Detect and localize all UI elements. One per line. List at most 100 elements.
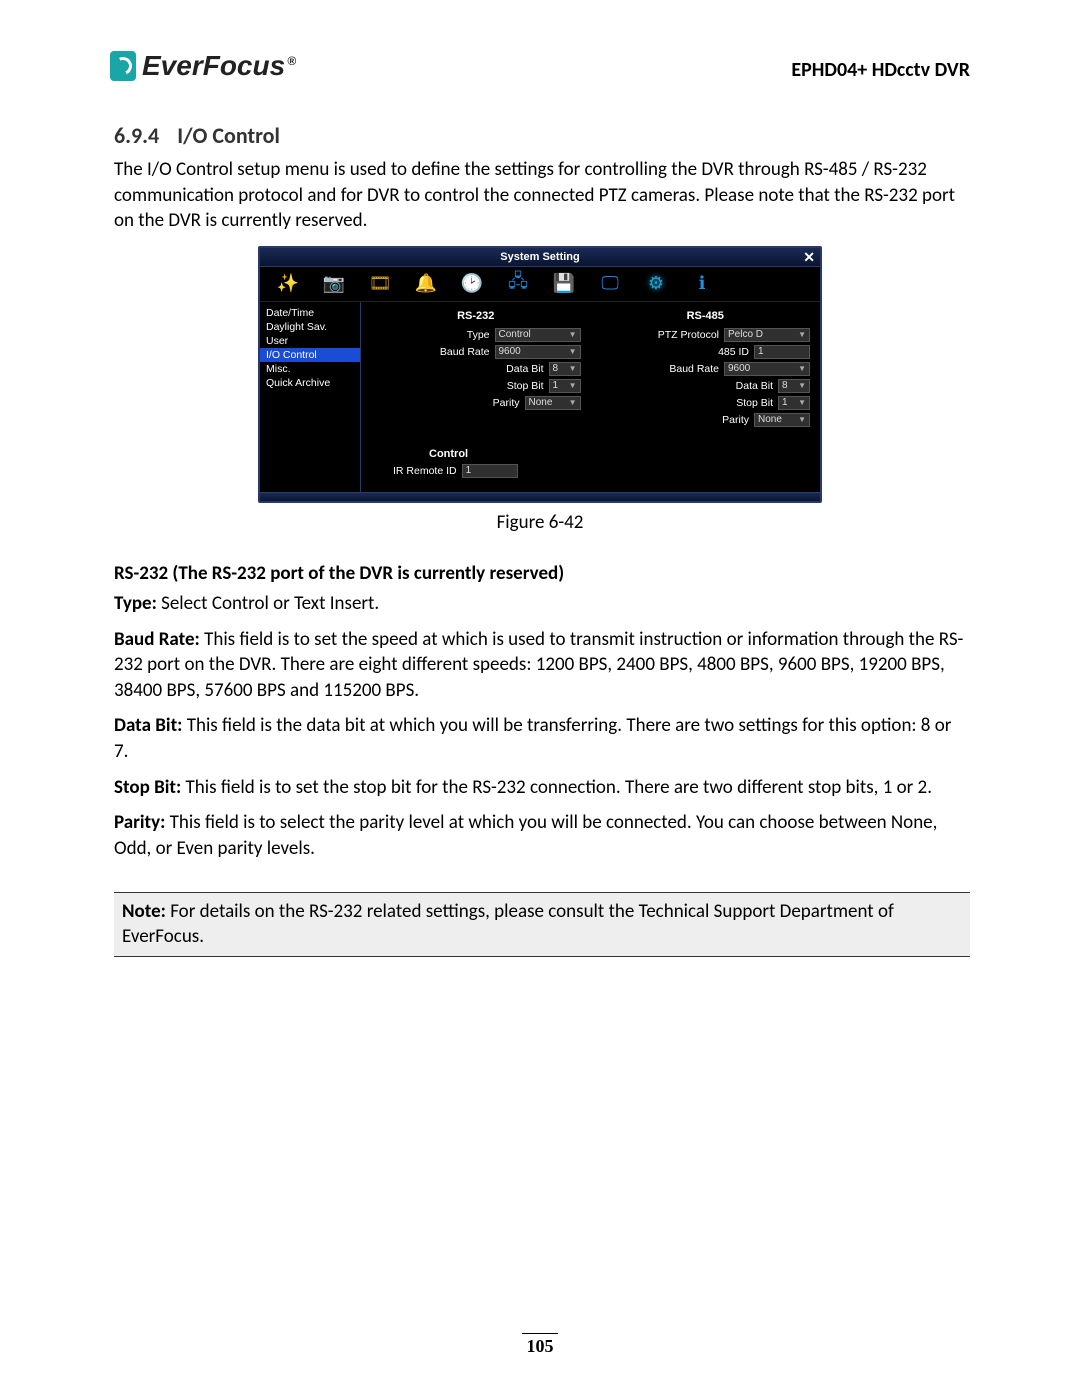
- document-page: EverFocus® EPHD04+ HDcctv DVR 6.9.4 I/O C…: [0, 0, 1080, 1397]
- network-icon[interactable]: 🖧: [504, 273, 532, 295]
- rs232-parity-row: Parity None▼: [371, 396, 581, 410]
- rs485-parity-select[interactable]: None▼: [754, 413, 810, 427]
- chevron-down-icon: ▼: [798, 364, 806, 373]
- parity-label: Parity:: [114, 811, 165, 834]
- rs485-proto-select[interactable]: Pelco D▼: [724, 328, 810, 342]
- rs485-id-row: 485 ID 1: [601, 345, 811, 359]
- figure-caption: Figure 6-42: [110, 511, 970, 534]
- ir-remote-label: IR Remote ID: [393, 465, 457, 477]
- sidebar-item-iocontrol[interactable]: I/O Control: [260, 348, 360, 362]
- section-intro: The I/O Control setup menu is used to de…: [114, 157, 970, 234]
- rs232-header: RS-232: [371, 310, 581, 322]
- sidebar-item-daylight[interactable]: Daylight Sav.: [260, 320, 360, 334]
- chevron-down-icon: ▼: [569, 398, 577, 407]
- rs232-type-row: Type Control▼: [371, 328, 581, 342]
- rs232-baud-row: Baud Rate 9600▼: [371, 345, 581, 359]
- brand-suffix: Focus: [203, 50, 285, 81]
- baud-label: Baud Rate:: [114, 628, 200, 651]
- sidebar-item-user[interactable]: User: [260, 334, 360, 348]
- rs485-proto-label: PTZ Protocol: [658, 329, 719, 341]
- dvr-titlebar: System Setting ✕: [260, 248, 820, 267]
- brand-logo-icon: [110, 51, 136, 81]
- rs485-stopbit-label: Stop Bit: [736, 397, 773, 409]
- wizard-icon[interactable]: ✨: [274, 273, 302, 295]
- parity-paragraph: Parity: This field is to select the pari…: [114, 810, 970, 861]
- page-header: EverFocus® EPHD04+ HDcctv DVR: [110, 50, 970, 82]
- rs232-parity-select[interactable]: None▼: [525, 396, 581, 410]
- dvr-body: Date/Time Daylight Sav. User I/O Control…: [260, 302, 820, 492]
- note-text: For details on the RS-232 related settin…: [122, 900, 894, 949]
- stopbit-paragraph: Stop Bit: This field is to set the stop …: [114, 775, 970, 801]
- rs485-proto-row: PTZ Protocol Pelco D▼: [601, 328, 811, 342]
- schedule-icon[interactable]: 🕑: [458, 273, 486, 295]
- rs232-type-label: Type: [467, 329, 490, 341]
- rs232-stopbit-select[interactable]: 1▼: [549, 379, 581, 393]
- chevron-down-icon: ▼: [569, 381, 577, 390]
- rs232-databit-label: Data Bit: [506, 363, 543, 375]
- form-columns: RS-232 Type Control▼ Baud Rate 9600▼ Dat…: [371, 310, 810, 430]
- dvr-system-setting-window: System Setting ✕ ✨ 📷 🎞 🔔 🕑 🖧 💾 🖵 ⚙ ℹ Dat…: [258, 246, 822, 503]
- dvr-toolbar: ✨ 📷 🎞 🔔 🕑 🖧 💾 🖵 ⚙ ℹ: [260, 267, 820, 302]
- close-icon[interactable]: ✕: [803, 249, 815, 266]
- dvr-content: RS-232 Type Control▼ Baud Rate 9600▼ Dat…: [361, 302, 820, 492]
- rs232-stopbit-label: Stop Bit: [507, 380, 544, 392]
- chevron-down-icon: ▼: [569, 330, 577, 339]
- rs485-parity-label: Parity: [722, 414, 749, 426]
- type-label: Type:: [114, 592, 157, 615]
- stopbit-text: This field is to set the stop bit for th…: [181, 776, 932, 799]
- note-label: Note:: [122, 900, 166, 923]
- record-icon[interactable]: 🎞: [366, 273, 394, 295]
- rs232-subheading: RS-232 (The RS-232 port of the DVR is cu…: [114, 562, 970, 585]
- alarm-icon[interactable]: 🔔: [412, 273, 440, 295]
- rs232-databit-select[interactable]: 8▼: [549, 362, 581, 376]
- dvr-footer: [260, 492, 820, 501]
- rs485-id-label: 485 ID: [718, 346, 749, 358]
- camera-icon[interactable]: 📷: [320, 273, 348, 295]
- sidebar-item-datetime[interactable]: Date/Time: [260, 306, 360, 320]
- rs485-stopbit-select[interactable]: 1▼: [778, 396, 810, 410]
- dvr-sidebar: Date/Time Daylight Sav. User I/O Control…: [260, 302, 361, 492]
- type-paragraph: Type: Select Control or Text Insert.: [114, 591, 970, 617]
- brand-logo: EverFocus®: [110, 50, 296, 82]
- note-box: Note: For details on the RS-232 related …: [114, 892, 970, 957]
- document-title: EPHD04+ HDcctv DVR: [791, 58, 970, 82]
- storage-icon[interactable]: 💾: [550, 273, 578, 295]
- sidebar-item-quickarchive[interactable]: Quick Archive: [260, 376, 360, 390]
- rs232-column: RS-232 Type Control▼ Baud Rate 9600▼ Dat…: [371, 310, 581, 430]
- system-icon[interactable]: ⚙: [642, 273, 670, 295]
- rs232-parity-label: Parity: [493, 397, 520, 409]
- brand-prefix: Ever: [142, 50, 203, 81]
- rs232-baud-select[interactable]: 9600▼: [495, 345, 581, 359]
- stopbit-label: Stop Bit:: [114, 776, 181, 799]
- databit-text: This field is the data bit at which you …: [114, 714, 951, 763]
- rs485-databit-row: Data Bit 8▼: [601, 379, 811, 393]
- section-title: I/O Control: [177, 122, 280, 149]
- chevron-down-icon: ▼: [798, 330, 806, 339]
- rs485-id-input[interactable]: 1: [754, 345, 810, 359]
- rs485-databit-select[interactable]: 8▼: [778, 379, 810, 393]
- info-icon[interactable]: ℹ: [688, 273, 716, 295]
- baud-paragraph: Baud Rate: This field is to set the spee…: [114, 627, 970, 704]
- chevron-down-icon: ▼: [798, 381, 806, 390]
- display-icon[interactable]: 🖵: [596, 273, 624, 295]
- rs485-header: RS-485: [601, 310, 811, 322]
- rs232-type-select[interactable]: Control▼: [495, 328, 581, 342]
- type-text: Select Control or Text Insert.: [157, 592, 379, 615]
- rs485-baud-row: Baud Rate 9600▼: [601, 362, 811, 376]
- ir-remote-input[interactable]: 1: [462, 464, 518, 478]
- rs485-parity-row: Parity None▼: [601, 413, 811, 427]
- rs485-stopbit-row: Stop Bit 1▼: [601, 396, 811, 410]
- databit-paragraph: Data Bit: This field is the data bit at …: [114, 713, 970, 764]
- section-number: 6.9.4: [114, 122, 159, 149]
- control-header: Control: [429, 448, 810, 460]
- brand-name: EverFocus®: [142, 50, 296, 82]
- registered-mark: ®: [287, 54, 296, 68]
- rs485-databit-label: Data Bit: [736, 380, 773, 392]
- sidebar-item-misc[interactable]: Misc.: [260, 362, 360, 376]
- rs232-databit-row: Data Bit 8▼: [371, 362, 581, 376]
- dvr-window-title: System Setting: [500, 251, 579, 263]
- chevron-down-icon: ▼: [569, 347, 577, 356]
- ir-remote-row: IR Remote ID 1: [393, 464, 810, 478]
- chevron-down-icon: ▼: [569, 364, 577, 373]
- rs485-baud-select[interactable]: 9600▼: [724, 362, 810, 376]
